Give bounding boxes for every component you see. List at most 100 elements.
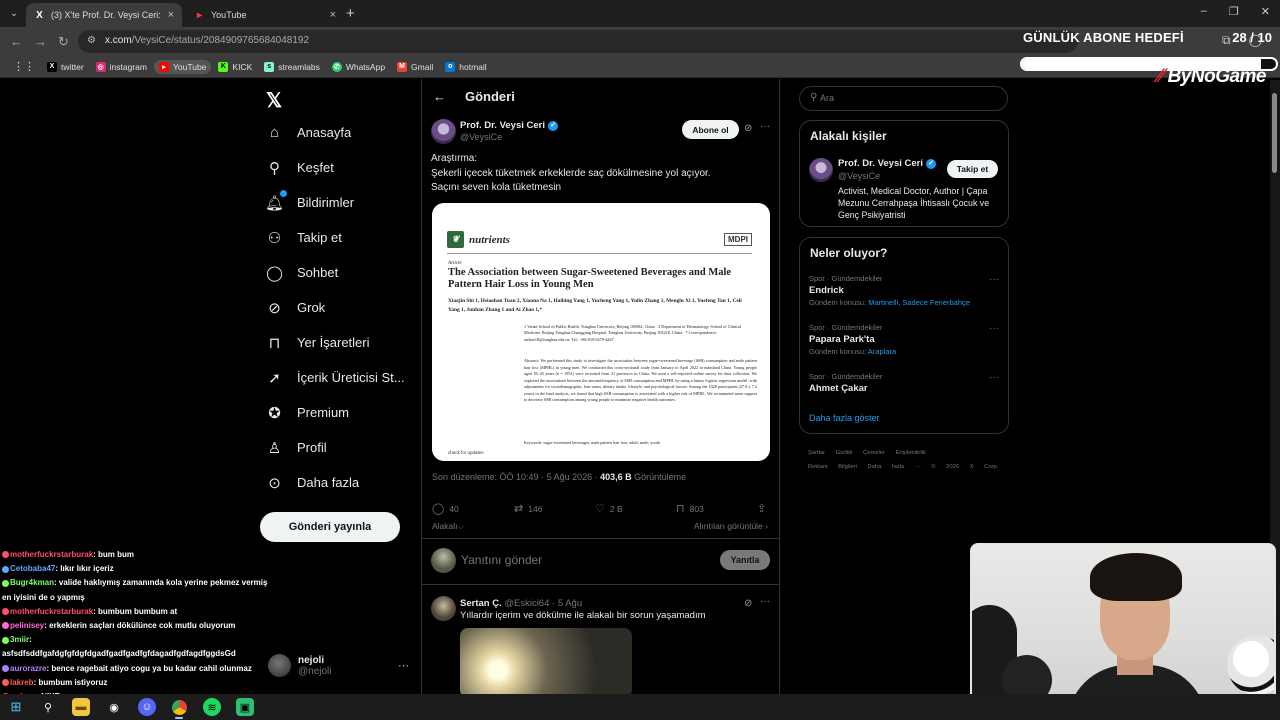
subscribe-button[interactable]: Abone ol	[682, 120, 739, 139]
more-options-icon[interactable]: ···	[760, 596, 770, 607]
chat-message: en iyisini de o yapmış	[2, 591, 282, 605]
nav-item-explore[interactable]: ⚲ Keşfet	[266, 159, 334, 177]
related-handle[interactable]: @VeysiCe	[838, 171, 880, 181]
reply-input[interactable]: Yanıtını gönder	[461, 553, 542, 567]
related-avatar[interactable]	[809, 158, 833, 182]
comment-image[interactable]	[460, 628, 632, 694]
tab-close-icon[interactable]: ×	[330, 9, 336, 21]
post-actions: ◯ 40 ⇄ 146 ♡ 2 B ⊓ 803 ⇪	[432, 502, 772, 516]
show-more-link[interactable]: Daha fazla göster	[809, 413, 880, 423]
chat-message: pelinisey: erkeklerin saçları dökülünce …	[2, 619, 282, 633]
tab-x-post[interactable]: X (3) X'te Prof. Dr. Veysi Ceri: "Ara ×	[26, 3, 182, 27]
reply-submit-button[interactable]: Yanıtla	[720, 550, 770, 570]
streamlabs-icon[interactable]: ▣	[236, 698, 254, 716]
chat-text: en iyisini de o yapmış	[2, 592, 85, 602]
bookmark-kick[interactable]: K KICK	[213, 60, 257, 74]
chrome-icon[interactable]	[170, 698, 188, 719]
view-quotes-link[interactable]: Alıntıları görüntüle ›	[694, 521, 768, 531]
paper-affiliations: 1 Vanke School of Public Health, Tsinghu…	[524, 324, 741, 342]
search-icon[interactable]: ⚲	[39, 698, 57, 716]
new-tab-button[interactable]: +	[346, 5, 355, 22]
nav-item-profile[interactable]: ♙ Profil	[266, 439, 327, 457]
reload-icon[interactable]: ↻	[58, 34, 69, 50]
bookmark-whatsapp[interactable]: ✆ WhatsApp	[327, 60, 390, 74]
subscriber-goal-count: 28 / 10	[1232, 30, 1272, 45]
comment-header[interactable]: Sertan Ç. @Eskici64 · 5 Ağu	[460, 598, 582, 609]
trend-item[interactable]: Spor · Gündemdekiler Papara Park'ta Günd…	[809, 323, 999, 356]
back-icon[interactable]: ←	[10, 34, 23, 49]
share-button[interactable]: ⇪	[757, 502, 766, 515]
url-bar[interactable]: ⚙ x.com/VeysiCe/status/20849097656840481…	[78, 30, 1078, 53]
nav-item-more[interactable]: ⊙ Daha fazla	[266, 474, 359, 492]
search-icon: ⚲	[269, 159, 280, 177]
stream-chat: motherfuckrstarburak: bum bum Cetobaba47:…	[2, 548, 282, 704]
bookmark-twitter[interactable]: Xtwitter	[42, 60, 89, 74]
more-options-icon[interactable]: ···	[989, 274, 999, 285]
reply-button[interactable]: ◯ 40	[432, 502, 459, 515]
spotify-icon[interactable]: ≋	[203, 698, 221, 716]
scrollbar-thumb[interactable]	[1272, 93, 1277, 173]
nav-item-chat[interactable]: ◯ Sohbet	[266, 264, 338, 282]
author-name[interactable]: Prof. Dr. Veysi Ceri ✓	[460, 120, 559, 131]
bookmark-youtube[interactable]: ▸ YouTube	[154, 59, 212, 74]
divider	[422, 538, 779, 539]
trend-item[interactable]: Spor · Gündemdekiler Ahmet Çakar ···	[809, 372, 999, 394]
post-button[interactable]: Gönderi yayınla	[260, 512, 400, 542]
extensions-icon[interactable]: ⧉	[1222, 33, 1231, 48]
nav-item-follow[interactable]: ⚇ Takip et	[266, 229, 342, 247]
obs-icon[interactable]: ◉	[105, 698, 123, 716]
chat-username: lakreb	[10, 677, 34, 687]
back-arrow-icon[interactable]: ←	[433, 89, 446, 104]
nav-item-premium[interactable]: ✪ Premium	[266, 404, 349, 422]
minimize-icon[interactable]: –	[1201, 5, 1207, 18]
nav-item-grok[interactable]: ⊘ Grok	[266, 299, 325, 317]
related-bio: Activist, Medical Doctor, Author | Çapa …	[838, 186, 990, 220]
file-explorer-icon[interactable]: ▬	[72, 698, 90, 716]
follow-button[interactable]: Takip et	[947, 160, 998, 178]
tab-search-menu-icon[interactable]: ⌄	[6, 6, 22, 22]
repost-button[interactable]: ⇄ 146	[514, 502, 542, 515]
page-title: Gönderi	[465, 89, 515, 104]
like-button[interactable]: ♡ 2 B	[595, 502, 623, 515]
windows-start-icon[interactable]: ⊞	[7, 698, 25, 716]
chat-username: aurorazre	[10, 663, 47, 673]
bookmark-gmail[interactable]: M Gmail	[392, 60, 438, 74]
restore-icon[interactable]: ❐	[1229, 5, 1239, 18]
nav-item-bookmarks[interactable]: ⊓ Yer İşaretleri	[266, 334, 370, 352]
grok-icon[interactable]: ⊘	[744, 123, 752, 134]
bookmark-hotmail[interactable]: o hotmail	[440, 60, 491, 74]
chat-text: : valide haklıymış zamanında kola yerine…	[54, 578, 268, 588]
nav-item-creator-studio[interactable]: ➚ İçerik Üreticisi St...	[266, 369, 404, 387]
nav-item-notifications[interactable]: 🔔︎ Bildirimler	[265, 190, 354, 212]
author-handle[interactable]: @VeysiCe	[460, 132, 502, 142]
close-window-icon[interactable]: ✕	[1261, 5, 1270, 18]
chat-text: : bum bum	[93, 550, 135, 559]
streamer-hair	[1090, 553, 1182, 601]
tab-close-icon[interactable]: ×	[168, 9, 174, 21]
author-avatar[interactable]	[431, 119, 456, 144]
apps-icon[interactable]: ⋮⋮	[8, 58, 40, 75]
commenter-avatar[interactable]	[431, 596, 456, 621]
more-options-icon[interactable]: ···	[989, 323, 999, 334]
site-info-icon[interactable]: ⚙	[87, 35, 96, 46]
bookmark-streamlabs[interactable]: s streamlabs	[259, 60, 325, 74]
tab-youtube[interactable]: ▸ YouTube ×	[186, 3, 344, 27]
profile-icon: ♙	[267, 439, 282, 457]
discord-icon[interactable]: ☺	[138, 698, 156, 716]
post-image[interactable]: ❦ nutrients MDPI Article The Association …	[432, 203, 770, 461]
bookmark-button[interactable]: ⊓ 803	[676, 502, 704, 515]
trend-item[interactable]: Spor · Gündemdekiler Endrick Gündem konu…	[809, 274, 999, 307]
reply-sort-dropdown[interactable]: Alakalı⌵	[432, 521, 464, 532]
x-logo-icon[interactable]: 𝕏	[266, 88, 282, 113]
forward-icon[interactable]: →	[34, 34, 47, 49]
related-name[interactable]: Prof. Dr. Veysi Ceri ✓	[838, 158, 937, 169]
gmail-icon: M	[397, 61, 408, 72]
account-more-icon[interactable]: ···	[398, 660, 409, 672]
bookmark-instagram[interactable]: ◎ instagram	[91, 60, 152, 74]
more-options-icon[interactable]: ···	[760, 121, 770, 132]
grok-icon[interactable]: ⊘	[744, 598, 752, 609]
nav-item-home[interactable]: ⌂ Anasayfa	[266, 124, 351, 141]
more-icon: ⊙	[268, 474, 281, 492]
search-input[interactable]: ⚲ Ara	[799, 86, 1008, 111]
more-options-icon[interactable]: ···	[989, 372, 999, 383]
